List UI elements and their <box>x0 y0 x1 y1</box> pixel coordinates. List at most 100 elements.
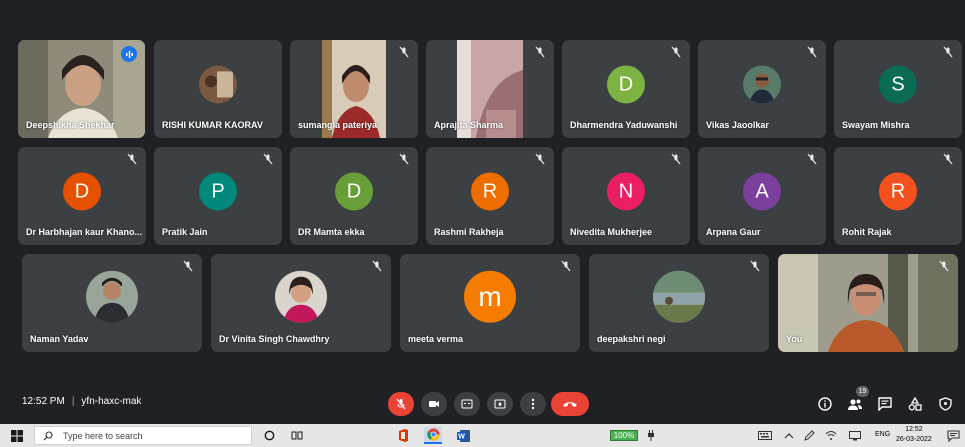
power-plug-icon <box>648 430 654 441</box>
participant-name: deepakshri negi <box>597 334 666 344</box>
participant-tile[interactable]: D Dr Harbhajan kaur Khano... <box>18 147 146 245</box>
participant-name: Nivedita Mukherjee <box>570 227 653 237</box>
display-button[interactable] <box>846 427 864 444</box>
captions-button[interactable] <box>454 392 480 416</box>
keyboard-tray-button[interactable] <box>756 427 774 444</box>
chat-icon <box>878 397 892 411</box>
self-video <box>778 254 958 352</box>
office-app-button[interactable] <box>394 427 412 444</box>
participant-name: Dr Vinita Singh Chawdhry <box>219 334 330 344</box>
participant-tile[interactable]: S Swayam Mishra <box>834 40 962 138</box>
participant-name: meeta verma <box>408 334 464 344</box>
camera-toggle-button[interactable] <box>421 392 447 416</box>
chrome-app-button[interactable] <box>424 427 442 444</box>
leave-call-button[interactable] <box>551 392 589 416</box>
participant-name: Dharmendra Yaduwanshi <box>570 120 678 130</box>
participant-tile[interactable]: Dr Vinita Singh Chawdhry <box>211 254 391 352</box>
participant-tile[interactable]: Aprajita Sharma <box>426 40 554 138</box>
start-button[interactable] <box>8 427 26 444</box>
meeting-details-button[interactable] <box>815 394 835 414</box>
battery-status[interactable]: 100% <box>610 430 638 441</box>
mic-muted-icon <box>671 46 681 58</box>
participant-tile[interactable]: R Rohit Rajak <box>834 147 962 245</box>
participant-avatar: D <box>607 65 645 104</box>
present-screen-icon <box>494 399 506 409</box>
self-video-tile[interactable]: You <box>778 254 958 352</box>
participant-avatar: A <box>743 172 781 211</box>
search-placeholder: Type here to search <box>63 431 143 441</box>
participant-avatar: N <box>607 172 645 211</box>
shield-lock-icon <box>938 397 952 411</box>
participant-name: Dr Harbhajan kaur Khano... <box>26 227 143 237</box>
more-options-button[interactable] <box>520 392 546 416</box>
mic-toggle-button[interactable] <box>388 392 414 416</box>
participant-name: Swayam Mishra <box>842 120 910 130</box>
participant-tile[interactable]: D DR Mamta ekka <box>290 147 418 245</box>
mic-muted-icon <box>807 153 817 165</box>
pen-workspace-button[interactable] <box>800 427 818 444</box>
people-icon <box>848 399 862 410</box>
activities-button[interactable] <box>905 394 925 414</box>
action-center-button[interactable] <box>944 427 962 444</box>
participant-avatar: D <box>63 172 101 211</box>
participant-tile[interactable]: N Nivedita Mukherjee <box>562 147 690 245</box>
task-view-button[interactable] <box>288 427 306 444</box>
participant-avatar: R <box>471 172 509 211</box>
taskbar-search-input[interactable]: Type here to search <box>34 426 252 445</box>
people-button[interactable] <box>845 394 865 414</box>
participant-avatar: D <box>335 172 373 211</box>
windows-taskbar: Type here to search W 100% ENG 12:52 26-… <box>0 424 965 447</box>
word-icon: W <box>456 429 470 442</box>
participant-tile[interactable]: m meeta verma <box>400 254 580 352</box>
clock-date: 26-03-2022 <box>896 436 932 443</box>
participant-tile[interactable]: P Pratik Jain <box>154 147 282 245</box>
participant-tile[interactable]: D Dharmendra Yaduwanshi <box>562 40 690 138</box>
mic-muted-icon <box>372 260 382 272</box>
participant-tile[interactable]: deepakshri negi <box>589 254 769 352</box>
end-call-icon <box>563 402 577 407</box>
participant-tile[interactable]: Naman Yadav <box>22 254 202 352</box>
participant-tile[interactable]: RISHI KUMAR KAORAV <box>154 40 282 138</box>
chrome-icon <box>426 428 439 441</box>
meeting-control-bar: 12:52 PM | yfn-haxc-mak <box>0 384 965 424</box>
participant-name: Rohit Rajak <box>842 227 892 237</box>
camera-icon <box>429 401 439 407</box>
word-app-button[interactable]: W <box>454 427 472 444</box>
clock-time: 12:52 <box>905 426 923 433</box>
mic-muted-icon <box>535 46 545 58</box>
participant-avatar: R <box>879 172 917 211</box>
participant-name: Vikas Jaoolkar <box>706 120 769 130</box>
windows-logo-icon <box>11 429 23 442</box>
participant-tile[interactable]: sumangla pateriya <box>290 40 418 138</box>
participant-tile[interactable]: Vikas Jaoolkar <box>698 40 826 138</box>
show-hidden-icons-button[interactable] <box>780 427 798 444</box>
participant-avatar-photo <box>275 270 327 323</box>
mic-muted-icon <box>671 153 681 165</box>
participant-name: RISHI KUMAR KAORAV <box>162 120 263 130</box>
mic-muted-icon <box>807 46 817 58</box>
chat-button[interactable] <box>875 394 895 414</box>
svg-text:W: W <box>458 433 465 440</box>
participant-name: You <box>786 334 803 344</box>
host-controls-button[interactable] <box>935 394 955 414</box>
participant-tile[interactable]: A Arpana Gaur <box>698 147 826 245</box>
participant-tile[interactable]: R Rashmi Rakheja <box>426 147 554 245</box>
mic-muted-icon <box>943 153 953 165</box>
input-language-indicator[interactable]: ENG <box>875 431 890 438</box>
battery-plug-button[interactable] <box>642 427 660 444</box>
mic-muted-icon <box>399 153 409 165</box>
participant-avatar-photo <box>86 270 138 323</box>
network-button[interactable] <box>822 427 840 444</box>
mic-off-icon <box>396 398 406 410</box>
mic-muted-icon <box>939 260 949 272</box>
participant-tile[interactable]: Deepshikha Shekhar <box>18 40 145 138</box>
participant-name: Pratik Jain <box>162 227 208 237</box>
cortana-button[interactable] <box>260 427 278 444</box>
cortana-circle-icon <box>264 430 274 441</box>
participant-name: sumangla pateriya <box>298 120 378 130</box>
notification-icon <box>946 429 960 442</box>
present-screen-button[interactable] <box>487 392 513 416</box>
participant-avatar: S <box>879 65 917 104</box>
participant-avatar: m <box>464 270 516 323</box>
system-clock[interactable]: 12:52 26-03-2022 <box>896 425 932 445</box>
